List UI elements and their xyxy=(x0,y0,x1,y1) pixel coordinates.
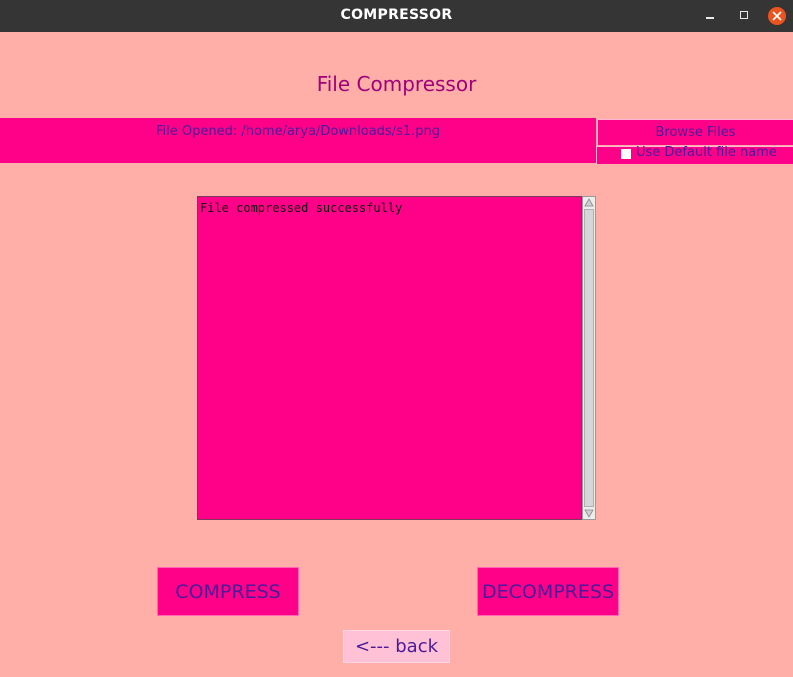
close-icon xyxy=(772,11,782,21)
window-title: COMPRESSOR xyxy=(340,7,453,23)
browse-files-button[interactable]: Browse Files xyxy=(597,119,793,145)
back-button[interactable]: <--- back xyxy=(343,630,450,663)
output-text-area[interactable]: File compressed successfully xyxy=(197,196,582,520)
maximize-icon xyxy=(740,11,748,19)
decompress-button[interactable]: DECOMPRESS xyxy=(477,567,619,616)
file-bar: File Opened: /home/arya/Downloads/s1.png xyxy=(0,118,596,163)
output-text: File compressed successfully xyxy=(200,201,403,215)
default-name-label: Use Default file name xyxy=(636,145,777,160)
arrow-down-icon[interactable] xyxy=(584,508,594,518)
scroll-thumb[interactable] xyxy=(584,209,594,507)
default-name-checkbox[interactable] xyxy=(621,149,631,159)
maximize-button[interactable] xyxy=(734,6,754,26)
page-title: File Compressor xyxy=(316,72,477,96)
minimize-icon xyxy=(706,17,714,19)
close-button[interactable] xyxy=(767,6,787,26)
compress-button[interactable]: COMPRESS xyxy=(157,567,299,616)
file-opened-label: File Opened: /home/arya/Downloads/s1.png xyxy=(155,124,441,139)
default-name-option: Use Default file name xyxy=(596,145,793,164)
minimize-button[interactable] xyxy=(700,6,720,26)
title-bar: COMPRESSOR xyxy=(0,0,793,32)
app-window: COMPRESSOR File Compressor File Opened: … xyxy=(0,0,793,677)
arrow-up-icon[interactable] xyxy=(584,198,594,208)
vertical-scrollbar[interactable] xyxy=(582,196,596,520)
